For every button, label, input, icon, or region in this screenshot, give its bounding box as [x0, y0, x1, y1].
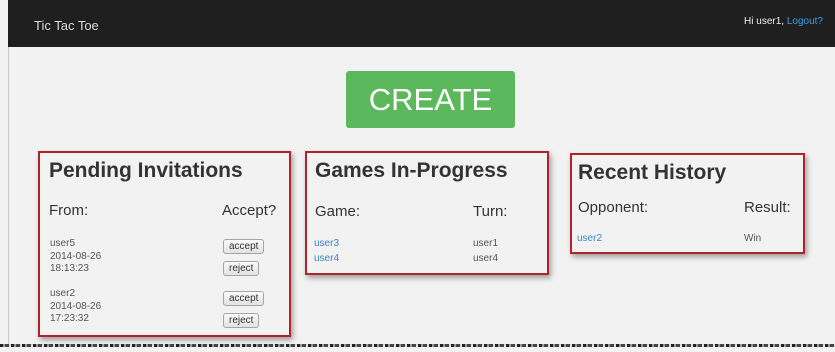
pending-invitations-panel: Pending Invitations From: Accept? user5 … [38, 151, 291, 337]
invitation-time: 18:13:23 [50, 263, 89, 274]
recent-history-panel: Recent History Opponent: Result: user2 W… [570, 153, 805, 254]
game-link[interactable]: user4 [314, 253, 339, 264]
invitation-user: user2 [50, 288, 76, 299]
recent-history-title: Recent History [578, 161, 727, 184]
logout-link[interactable]: Logout? [787, 16, 823, 27]
game-column-header: Game: [315, 203, 361, 220]
games-in-progress-title: Games In-Progress [315, 159, 508, 182]
reject-button[interactable]: reject [223, 261, 260, 276]
invitation-item: user2 2014-08-26 17:23:32 [50, 288, 101, 326]
reject-button[interactable]: reject [223, 313, 260, 328]
top-navbar: Tic Tac Toe Hi user1, Logout? [8, 0, 835, 47]
torn-bottom-edge [0, 344, 835, 347]
invitation-user: user5 [50, 238, 76, 249]
game-result: Win [744, 233, 762, 244]
opponent-link[interactable]: user2 [577, 233, 602, 244]
from-column-header: From: [49, 202, 89, 219]
create-game-button[interactable]: CREATE [346, 71, 515, 128]
game-link[interactable]: user3 [314, 238, 339, 249]
page-left-border [8, 47, 9, 347]
app-title[interactable]: Tic Tac Toe [34, 18, 99, 33]
games-in-progress-panel: Games In-Progress Game: Turn: user3 user… [305, 151, 549, 275]
turn-column-header: Turn: [473, 203, 508, 220]
result-column-header: Result: [744, 199, 791, 216]
invitation-date: 2014-08-26 [50, 300, 102, 312]
user-greeting: Hi user1, Logout? [744, 16, 823, 27]
game-turn: user4 [473, 253, 499, 264]
game-turn: user1 [473, 238, 499, 249]
accept-button[interactable]: accept [223, 239, 265, 254]
greeting-text: Hi user1, [744, 16, 785, 27]
accept-button[interactable]: accept [223, 291, 265, 306]
invitation-time: 17:23:32 [50, 313, 89, 324]
invitation-date: 2014-08-26 [50, 250, 102, 262]
opponent-column-header: Opponent: [578, 199, 649, 216]
accept-column-header: Accept? [222, 202, 277, 219]
invitation-item: user5 2014-08-26 18:13:23 [50, 238, 101, 276]
pending-invitations-title: Pending Invitations [49, 159, 243, 182]
